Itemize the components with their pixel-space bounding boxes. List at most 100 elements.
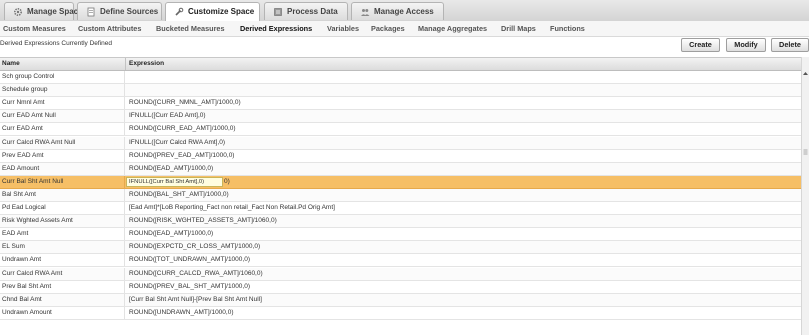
table-row[interactable]: EAD Amt ROUND([EAD_AMT]/1000,0) <box>0 228 801 242</box>
table-row[interactable]: Bal Sht Amt ROUND([BAL_SHT_AMT]/1000,0) <box>0 188 801 202</box>
cell-name: EAD Amt <box>0 228 125 241</box>
cell-name: Curr EAD Amt Null <box>0 110 125 123</box>
cell-name: Prev EAD Amt <box>0 149 125 162</box>
subnav-derived-expressions[interactable]: Derived Expressions <box>240 24 312 33</box>
section-caption: Derived Expressions Currently Defined <box>0 40 112 47</box>
tab-process-data[interactable]: Process Data <box>264 2 348 20</box>
table-row[interactable]: Chnd Bal Amt [Curr Bal Sht Amt Null]-[Pre… <box>0 293 801 307</box>
scroll-thumb-grip-icon[interactable] <box>803 147 808 157</box>
cell-expression <box>126 84 801 96</box>
derived-expressions-table: Name Expression Sch group Control Schedul… <box>0 57 801 336</box>
delete-button[interactable]: Delete <box>771 38 809 52</box>
create-button[interactable]: Create <box>681 38 720 52</box>
cell-expression <box>126 71 801 83</box>
gear-icon <box>13 7 23 17</box>
cell-expression-text: ROUND([CURR_CALCD_RWA_AMT]/1060,0) <box>129 269 263 277</box>
cell-expression: ROUND([RISK_WGHTED_ASSETS_AMT]/1060,0) <box>126 215 801 227</box>
cell-name: Sch group Control <box>0 71 125 83</box>
cell-expression: IFNULL([Curr Calcd RWA Amt],0) <box>126 137 801 149</box>
cell-expression-text: IFNULL([Curr EAD Amt],0) <box>129 112 206 120</box>
cell-name: Risk Wghted Assets Amt <box>0 215 125 228</box>
cell-expression: ROUND([UNDRAWN_AMT]/1000,0) <box>126 307 801 319</box>
table-row[interactable]: Pd Ead Logical [Ead Amt]*[LoB Reporting_F… <box>0 202 801 215</box>
cell-expression-text: IFNULL([Curr Calcd RWA Amt],0) <box>129 138 226 146</box>
cell-expression: ROUND([BAL_SHT_AMT]/1000,0) <box>126 189 801 201</box>
tab-manage-access[interactable]: Manage Access <box>351 2 444 20</box>
table-row[interactable]: EAD Amount ROUND([EAD_AMT]/1000,0) <box>0 162 801 176</box>
tab-manage-space[interactable]: Manage Space <box>4 2 83 20</box>
cell-expression-text: ROUND([RISK_WGHTED_ASSETS_AMT]/1060,0) <box>129 217 277 225</box>
column-header-name[interactable]: Name <box>2 60 20 67</box>
column-divider[interactable] <box>125 58 126 70</box>
cell-expression: ROUND([EXPCTD_CR_LOSS_AMT]/1000,0) <box>126 241 801 253</box>
table-row[interactable]: Schedule group <box>0 84 801 98</box>
subnav-custom-attributes[interactable]: Custom Attributes <box>78 24 141 33</box>
cell-expression-text: ROUND([EAD_AMT]/1000,0) <box>129 230 214 238</box>
subnav-functions[interactable]: Functions <box>550 24 585 33</box>
table-row[interactable]: Undrawn Amt ROUND([TOT_UNDRAWN_AMT]/1000,… <box>0 254 801 268</box>
cell-name-text: Schedule group <box>2 86 48 94</box>
cell-expression: [Curr Bal Sht Amt Null]-[Prev Bal Sht Am… <box>126 294 801 306</box>
table-row[interactable]: Curr Nmnl Amt ROUND([CURR_NMNL_AMT]/1000,… <box>0 97 801 111</box>
cell-name-text: Risk Wghted Assets Amt <box>2 217 73 225</box>
table-row[interactable]: Prev Bal Sht Amt ROUND([PREV_BAL_SHT_AMT]… <box>0 280 801 294</box>
cell-expression-text: ROUND([EXPCTD_CR_LOSS_AMT]/1000,0) <box>129 243 261 251</box>
cell-name-text: Curr Calcd RWA Amt Null <box>2 138 76 146</box>
cell-name-text: Chnd Bal Amt <box>2 295 42 303</box>
cell-expression-text: ROUND([PREV_BAL_SHT_AMT]/1000,0) <box>129 282 251 290</box>
table-row[interactable]: Prev EAD Amt ROUND([PREV_EAD_AMT]/1000,0) <box>0 149 801 163</box>
tab-label: Manage Space <box>27 7 83 16</box>
subnav-variables[interactable]: Variables <box>327 24 359 33</box>
subnav-packages[interactable]: Packages <box>371 24 405 33</box>
cell-name-text: Curr Bal Sht Amt Null <box>2 177 64 185</box>
cell-name-text: Curr EAD Amt <box>2 125 43 133</box>
tooltip-text: IFNULL([Curr Bal Sht Amt],0) <box>129 178 205 185</box>
cell-expression: ROUND([PREV_EAD_AMT]/1000,0) <box>126 150 801 162</box>
cell-expression: ROUND([EAD_AMT]/1000,0) <box>126 163 801 175</box>
tab-define-sources[interactable]: Define Sources <box>77 2 162 20</box>
cell-expression-text: ROUND([TOT_UNDRAWN_AMT]/1000,0) <box>129 256 250 264</box>
table-row[interactable]: EL Sum ROUND([EXPCTD_CR_LOSS_AMT]/1000,0) <box>0 241 801 255</box>
table-row[interactable]: Undrawn Amount ROUND([UNDRAWN_AMT]/1000,0… <box>0 306 801 320</box>
cell-name-text: Prev EAD Amt <box>2 151 44 159</box>
subnav-bucketed-measures[interactable]: Bucketed Measures <box>156 24 225 33</box>
cell-name-text: Undrawn Amount <box>2 308 52 316</box>
cell-name-text: Sch group Control <box>2 73 55 80</box>
tab-label: Define Sources <box>100 7 159 16</box>
table-row[interactable]: Curr EAD Amt ROUND([CURR_EAD_AMT]/1000,0) <box>0 123 801 137</box>
cell-expression: IFNULL([Curr EAD Amt],0) <box>126 110 801 122</box>
cell-name-text: Curr EAD Amt Null <box>2 112 56 120</box>
table-row[interactable]: Curr Calcd RWA Amt Null IFNULL([Curr Calc… <box>0 136 801 150</box>
cell-name-text: Curr Calcd RWA Amt <box>2 269 63 277</box>
cell-name-text: EL Sum <box>2 243 25 251</box>
cell-name: Curr Nmnl Amt <box>0 97 125 110</box>
modify-button[interactable]: Modify <box>726 38 766 52</box>
cell-expression: ROUND([PREV_BAL_SHT_AMT]/1000,0) <box>126 281 801 293</box>
cell-name: Curr Bal Sht Amt Null <box>0 175 125 188</box>
cell-name-text: Curr Nmnl Amt <box>2 99 45 107</box>
expression-edit-tooltip: IFNULL([Curr Bal Sht Amt],0) <box>126 176 223 187</box>
document-icon <box>87 7 95 17</box>
cell-name: Pd Ead Logical <box>0 202 125 214</box>
table-row[interactable]: Curr EAD Amt Null IFNULL([Curr EAD Amt],0… <box>0 110 801 124</box>
table-row[interactable]: Risk Wghted Assets Amt ROUND([RISK_WGHTED… <box>0 215 801 229</box>
cell-expression: ROUND([CURR_NMNL_AMT]/1000,0) <box>126 97 801 109</box>
top-tab-bar: Manage Space Define Sources Customize Sp… <box>0 0 809 22</box>
cell-expression-text: ROUND([PREV_EAD_AMT]/1000,0) <box>129 151 235 159</box>
cell-name: Bal Sht Amt <box>0 188 125 201</box>
table-header: Name Expression <box>0 58 801 71</box>
vertical-scrollbar[interactable] <box>801 57 809 335</box>
subnav-manage-aggregates[interactable]: Manage Aggregates <box>418 24 487 33</box>
cell-expression-text: ROUND([BAL_SHT_AMT]/1000,0) <box>129 190 229 198</box>
table-row[interactable]: Curr Bal Sht Amt Null IFNULL([Curr Bal Sh… <box>0 175 801 189</box>
tab-customize-space[interactable]: Customize Space <box>165 2 260 22</box>
cell-name: Undrawn Amt <box>0 254 125 267</box>
subnav-custom-measures[interactable]: Custom Measures <box>3 24 66 33</box>
cell-expression-text: ROUND([CURR_NMNL_AMT]/1000,0) <box>129 99 241 107</box>
table-row[interactable]: Curr Calcd RWA Amt ROUND([CURR_CALCD_RWA_… <box>0 267 801 281</box>
subnav-drill-maps[interactable]: Drill Maps <box>501 24 536 33</box>
column-header-expression[interactable]: Expression <box>129 60 164 67</box>
scroll-up-arrow-icon[interactable] <box>802 70 809 77</box>
cell-expression-text: [Ead Amt]*[LoB Reporting_Fact non retail… <box>129 204 335 211</box>
table-row[interactable]: Sch group Control <box>0 71 801 84</box>
